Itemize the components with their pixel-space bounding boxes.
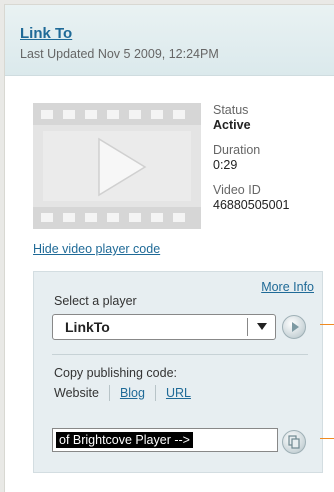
select-divider xyxy=(247,318,248,336)
tab-blog[interactable]: Blog xyxy=(110,386,155,400)
more-info-link[interactable]: More Info xyxy=(261,280,314,294)
select-player-label: Select a player xyxy=(54,294,137,308)
video-thumbnail[interactable] xyxy=(33,103,201,229)
callout-line-code xyxy=(320,438,334,439)
hide-player-code-link[interactable]: Hide video player code xyxy=(33,242,160,256)
copy-code-button[interactable] xyxy=(282,430,306,454)
status-label: Status xyxy=(213,103,249,117)
copy-code-label: Copy publishing code: xyxy=(54,366,177,380)
publishing-code-text: of Brightcove Player --> xyxy=(56,432,193,448)
panel-header: Link To Last Updated Nov 5 2009, 12:24PM xyxy=(5,5,334,76)
tab-website[interactable]: Website xyxy=(54,386,109,400)
video-info: Status Active Duration 0:29 Video ID 468… xyxy=(213,103,289,213)
copy-icon xyxy=(288,435,300,449)
video-title-link[interactable]: Link To xyxy=(20,25,72,42)
duration-value: 0:29 xyxy=(213,158,238,172)
preview-player-button[interactable] xyxy=(282,315,306,339)
status-value: Active xyxy=(213,118,251,132)
selected-player-value: LinkTo xyxy=(65,319,110,335)
video-details-panel: Link To Last Updated Nov 5 2009, 12:24PM… xyxy=(4,4,334,492)
video-id-value: 46880505001 xyxy=(213,198,290,212)
video-id-label: Video ID xyxy=(213,183,261,197)
tab-url[interactable]: URL xyxy=(156,386,201,400)
callout-line-player xyxy=(320,324,334,325)
play-icon xyxy=(292,322,299,332)
publishing-code-field[interactable]: of Brightcove Player --> xyxy=(52,428,278,452)
section-divider xyxy=(52,354,308,355)
code-type-tabs: Website Blog URL xyxy=(54,385,201,401)
player-select[interactable]: LinkTo xyxy=(52,314,276,340)
duration-label: Duration xyxy=(213,143,261,157)
last-updated-text: Last Updated Nov 5 2009, 12:24PM xyxy=(20,47,219,61)
publishing-code-box: More Info Select a player LinkTo Copy pu… xyxy=(33,271,323,473)
chevron-down-icon xyxy=(257,323,267,330)
